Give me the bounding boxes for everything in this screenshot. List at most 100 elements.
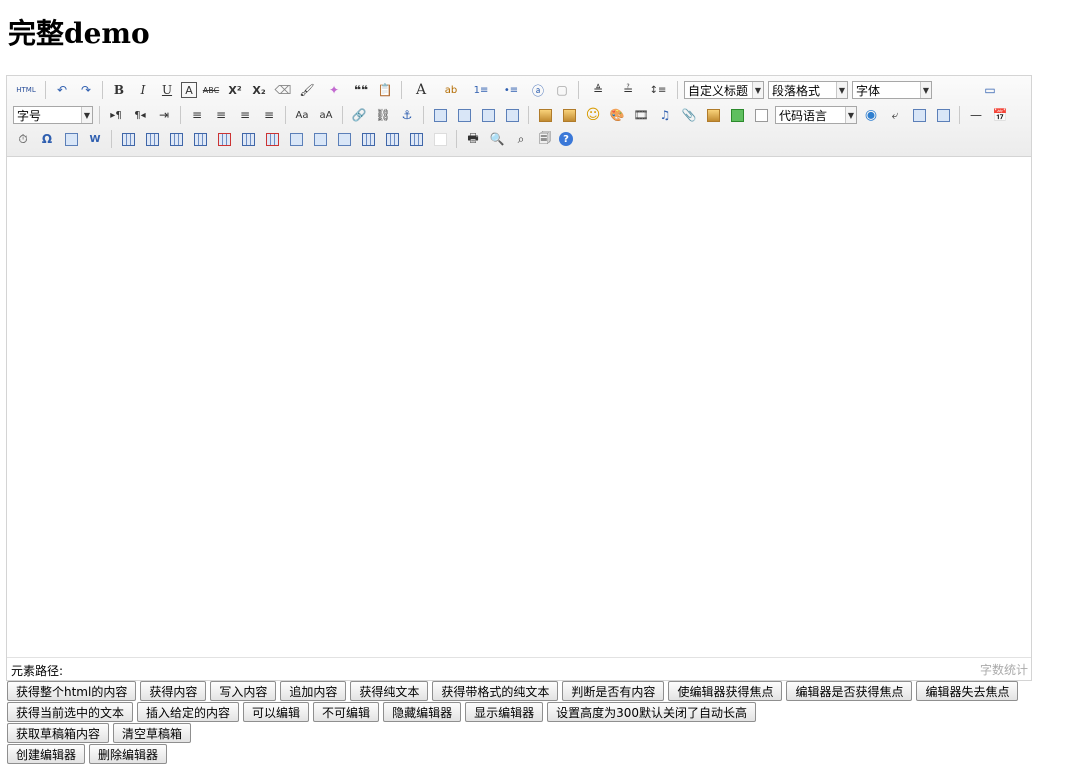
line-height-icon[interactable]: ↕≡: [645, 80, 671, 100]
image-left-icon[interactable]: [454, 105, 474, 125]
preview-icon[interactable]: ▭: [980, 80, 1000, 100]
template-icon[interactable]: [909, 105, 929, 125]
get-selected-text-button[interactable]: 获得当前选中的文本: [7, 702, 134, 722]
set-disabled-button[interactable]: 不可编辑: [313, 702, 380, 722]
show-editor-button[interactable]: 显示编辑器: [465, 702, 544, 722]
link-icon[interactable]: 🔗: [349, 105, 369, 125]
select-all-icon[interactable]: ⓐ: [528, 80, 548, 100]
redo-icon[interactable]: ↷: [76, 80, 96, 100]
get-plain-text-button[interactable]: 获得纯文本: [350, 681, 429, 701]
auto-typeset-icon[interactable]: ✦: [321, 80, 347, 100]
dir-ltr-icon[interactable]: ▸¶: [106, 105, 126, 125]
webapp-icon[interactable]: ◉: [861, 105, 881, 125]
split-to-cells-icon[interactable]: [358, 129, 378, 149]
time-icon[interactable]: ⏱: [13, 129, 33, 149]
indent-icon[interactable]: ⇥: [154, 105, 174, 125]
row-spacing-bottom-icon[interactable]: ≟: [615, 80, 641, 100]
delete-col-icon[interactable]: [262, 129, 282, 149]
get-formatted-plain-text-button[interactable]: 获得带格式的纯文本: [432, 681, 559, 701]
row-spacing-top-icon[interactable]: ≜: [585, 80, 611, 100]
blockquote-icon[interactable]: ❝❝: [351, 80, 371, 100]
drafts-icon[interactable]: 🗐: [535, 129, 555, 149]
delete-table-icon[interactable]: [142, 129, 162, 149]
help-icon[interactable]: ?: [559, 132, 573, 146]
search-replace-icon[interactable]: ⌕: [511, 129, 531, 149]
music-icon[interactable]: ♫: [655, 105, 675, 125]
create-editor-button[interactable]: 创建编辑器: [7, 744, 86, 764]
insert-video-icon[interactable]: 🎞: [631, 105, 651, 125]
word-doc-icon[interactable]: W: [85, 129, 105, 149]
hide-editor-button[interactable]: 隐藏编辑器: [383, 702, 462, 722]
emotion-icon[interactable]: ☺: [583, 105, 603, 125]
clear-drafts-button[interactable]: 清空草稿箱: [113, 723, 192, 743]
image-center-icon[interactable]: [502, 105, 522, 125]
chart-icon[interactable]: [430, 129, 450, 149]
custom-heading-select[interactable]: 自定义标题 ▼: [684, 81, 764, 99]
special-chars-icon[interactable]: Ω: [37, 129, 57, 149]
editor-content-area[interactable]: [7, 157, 1031, 656]
font-family-select[interactable]: 字体 ▼: [852, 81, 932, 99]
insert-frame-icon[interactable]: [751, 105, 771, 125]
get-content-button[interactable]: 获得内容: [140, 681, 207, 701]
subscript-icon[interactable]: X₂: [249, 80, 269, 100]
set-height-button[interactable]: 设置高度为300默认关闭了自动长高: [547, 702, 756, 722]
set-blur-button[interactable]: 编辑器失去焦点: [916, 681, 1019, 701]
paste-plain-icon[interactable]: 📋: [375, 80, 395, 100]
set-focus-button[interactable]: 使编辑器获得焦点: [668, 681, 783, 701]
code-language-select[interactable]: 代码语言 ▼: [775, 106, 857, 124]
search-icon[interactable]: 🔍: [487, 129, 507, 149]
undo-icon[interactable]: ↶: [52, 80, 72, 100]
font-color-icon[interactable]: A: [408, 80, 434, 100]
split-to-cols-icon[interactable]: [406, 129, 426, 149]
print-icon[interactable]: 🖶: [463, 129, 483, 149]
html-source-button[interactable]: HTML: [13, 80, 39, 100]
align-left-icon[interactable]: ≡: [187, 105, 207, 125]
attachment-icon[interactable]: 📎: [679, 105, 699, 125]
align-center-icon[interactable]: ≡: [211, 105, 231, 125]
ordered-list-icon[interactable]: 1≡: [468, 80, 494, 100]
delete-row-icon[interactable]: [214, 129, 234, 149]
merge-down-icon[interactable]: [334, 129, 354, 149]
insert-row-icon[interactable]: [190, 129, 210, 149]
merge-right-icon[interactable]: [310, 129, 330, 149]
is-focus-button[interactable]: 编辑器是否获得焦点: [786, 681, 913, 701]
insert-html-button[interactable]: 插入给定的内容: [137, 702, 240, 722]
insert-paragraph-before-table-icon[interactable]: [166, 129, 186, 149]
background-color-icon[interactable]: ab: [438, 80, 464, 100]
clear-doc-icon[interactable]: ▢: [552, 80, 572, 100]
format-brush-icon[interactable]: 🖌: [297, 80, 317, 100]
italic-icon[interactable]: I: [133, 80, 153, 100]
paragraph-format-select[interactable]: 段落格式 ▼: [768, 81, 848, 99]
superscript-icon[interactable]: X²: [225, 80, 245, 100]
page-break-icon[interactable]: ⤶: [885, 105, 905, 125]
get-all-html-button[interactable]: 获得整个html的内容: [7, 681, 137, 701]
image-right-icon[interactable]: [478, 105, 498, 125]
word-image-icon[interactable]: [61, 129, 81, 149]
unlink-icon[interactable]: ⛓: [373, 105, 393, 125]
date-icon[interactable]: 📅: [990, 105, 1010, 125]
map-icon[interactable]: [703, 105, 723, 125]
gmap-icon[interactable]: [727, 105, 747, 125]
to-lowercase-icon[interactable]: aA: [316, 105, 336, 125]
image-none-icon[interactable]: [430, 105, 450, 125]
horizontal-rule-icon[interactable]: —: [966, 105, 986, 125]
bold-icon[interactable]: B: [109, 80, 129, 100]
insert-image-icon[interactable]: [559, 105, 579, 125]
font-border-icon[interactable]: A: [181, 82, 197, 98]
dir-rtl-icon[interactable]: ¶◂: [130, 105, 150, 125]
has-content-button[interactable]: 判断是否有内容: [562, 681, 665, 701]
insert-table-icon[interactable]: [118, 129, 138, 149]
underline-icon[interactable]: U: [157, 80, 177, 100]
background-icon[interactable]: [933, 105, 953, 125]
eraser-icon[interactable]: ⌫: [273, 80, 293, 100]
to-uppercase-icon[interactable]: Aa: [292, 105, 312, 125]
append-content-button[interactable]: 追加内容: [280, 681, 347, 701]
strikethrough-icon[interactable]: ABC: [201, 80, 221, 100]
scrawl-icon[interactable]: 🎨: [607, 105, 627, 125]
delete-editor-button[interactable]: 删除编辑器: [89, 744, 168, 764]
align-justify-icon[interactable]: ≡: [259, 105, 279, 125]
insert-col-icon[interactable]: [238, 129, 258, 149]
get-drafts-button[interactable]: 获取草稿箱内容: [7, 723, 110, 743]
font-size-select[interactable]: 字号 ▼: [13, 106, 93, 124]
set-enabled-button[interactable]: 可以编辑: [243, 702, 310, 722]
